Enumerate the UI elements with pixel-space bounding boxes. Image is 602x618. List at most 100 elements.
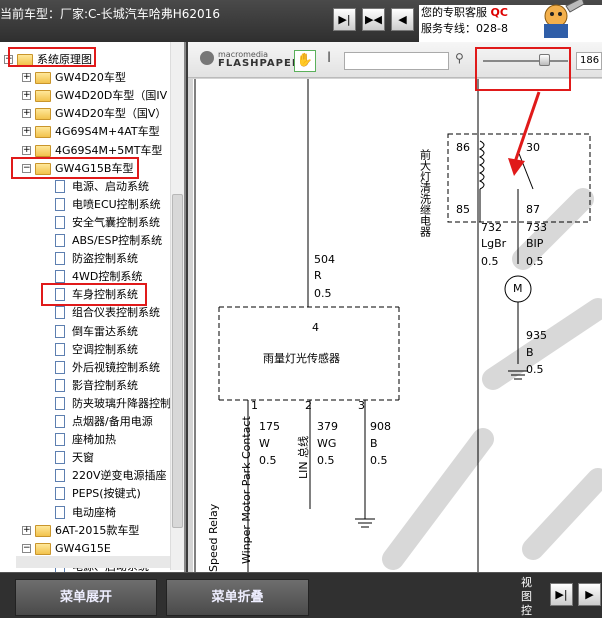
document-icon xyxy=(55,378,65,392)
document-icon xyxy=(55,433,65,447)
tree-item-label: 6AT-2015款车型 xyxy=(55,523,140,537)
menu-collapse-button[interactable]: 菜单折叠 xyxy=(166,579,309,616)
tree-item-label: 影音控制系统 xyxy=(72,378,138,392)
tree-item-label: PEPS(按键式) xyxy=(72,487,141,501)
svg-text:175: 175 xyxy=(259,420,280,433)
sidebar-scroll-thumb[interactable] xyxy=(172,194,183,528)
zoom-value[interactable]: 186 xyxy=(576,52,602,70)
callout-arrow-icon xyxy=(508,91,541,176)
tree-item[interactable]: 防盗控制系统 xyxy=(0,250,170,268)
folder-icon xyxy=(35,524,51,537)
bottom-bar: 菜单展开 菜单折叠 视图控 ▶| ▶ xyxy=(0,572,602,618)
hand-tool-button[interactable]: ✋ xyxy=(294,50,316,72)
tree-item[interactable]: 倒车雷达系统 xyxy=(0,323,170,341)
document-icon xyxy=(55,451,65,465)
svg-text:Speed Relay: Speed Relay xyxy=(207,503,220,572)
view-end-button[interactable]: ▶ xyxy=(578,583,601,606)
nav-prev-button[interactable]: ◀ xyxy=(391,8,414,31)
svg-text:0.5: 0.5 xyxy=(526,363,544,376)
tree-item-label: 组合仪表控制系统 xyxy=(72,306,160,320)
svg-text:Winper Motor Park Contact: Winper Motor Park Contact xyxy=(240,416,253,564)
tree-item-label: GW4D20车型 xyxy=(55,71,126,85)
folder-icon xyxy=(35,72,51,85)
tree-item-label: GW4G15E xyxy=(55,541,111,555)
tree-item-label: 电喷ECU控制系统 xyxy=(72,197,161,211)
tree-item-label: 座椅加热 xyxy=(72,433,116,447)
tree-item[interactable]: 空调控制系统 xyxy=(0,341,170,359)
relay-title: 前大灯清洗继电器 xyxy=(419,148,432,238)
document-icon xyxy=(55,324,65,338)
svg-text:0.5: 0.5 xyxy=(481,255,499,268)
svg-text:LIN 总线: LIN 总线 xyxy=(296,436,310,479)
svg-text:87: 87 xyxy=(526,203,540,216)
view-next-button[interactable]: ▶| xyxy=(550,583,573,606)
svg-text:908: 908 xyxy=(370,420,391,433)
document-icon xyxy=(55,234,65,247)
svg-text:LgBr: LgBr xyxy=(481,237,507,250)
tree-item[interactable]: ABS/ESP控制系统 xyxy=(0,232,170,250)
tree-item[interactable]: 外后视镜控制系统 xyxy=(0,359,170,377)
tree-item[interactable]: +6AT-2015款车型 xyxy=(0,522,170,540)
highlight-zoom-slider xyxy=(475,47,571,91)
tree-item-label: 防夹玻璃升降器控制 xyxy=(72,396,171,410)
menu-expand-button[interactable]: 菜单展开 xyxy=(15,579,157,616)
nav-first-button[interactable]: ▶| xyxy=(333,8,356,31)
document-icon xyxy=(55,306,65,320)
tree-item[interactable]: + GW4D20车型 xyxy=(0,69,170,87)
svg-text:935: 935 xyxy=(526,329,547,342)
expand-icon[interactable]: + xyxy=(22,109,31,119)
tree-item[interactable]: 安全气囊控制系统 xyxy=(0,214,170,232)
svg-text:0.5: 0.5 xyxy=(317,454,335,467)
tree-item-label: 空调控制系统 xyxy=(72,342,138,356)
flashpaper-logo-icon xyxy=(200,51,214,65)
tree-item[interactable]: +4G69S4M+4AT车型 xyxy=(0,123,170,141)
tree-item[interactable]: + GW4D20D车型（国IV xyxy=(0,87,170,105)
tree-item-label: 防盗控制系统 xyxy=(72,252,138,266)
tree-item-label: 220V逆变电源插座 xyxy=(72,469,167,483)
tree-item[interactable]: 影音控制系统 xyxy=(0,377,170,395)
tree-item[interactable]: 220V逆变电源插座 xyxy=(0,467,170,485)
tree-item[interactable]: + GW4D20车型（国Ⅴ） xyxy=(0,105,170,123)
tree-item-label: 倒车雷达系统 xyxy=(72,324,138,338)
tree-item[interactable]: − GW4G15E xyxy=(0,540,170,558)
svg-text:B: B xyxy=(370,437,378,450)
mechanic-mascot-icon xyxy=(544,0,585,38)
expand-icon[interactable]: + xyxy=(22,127,31,137)
tree-item[interactable]: 电动座椅 xyxy=(0,504,170,522)
tree-item[interactable]: 电喷ECU控制系统 xyxy=(0,196,170,214)
expand-icon[interactable]: + xyxy=(22,91,31,101)
tree-item[interactable]: PEPS(按键式) xyxy=(0,485,170,503)
document-icon xyxy=(55,252,65,266)
document-icon xyxy=(55,197,65,211)
folder-icon xyxy=(35,542,51,555)
service-chat-link[interactable]: QC xyxy=(491,6,508,19)
tree-item[interactable]: 座椅加热 xyxy=(0,431,170,449)
tree-item[interactable]: 防夹玻璃升降器控制 xyxy=(0,395,171,413)
document-icon xyxy=(55,487,65,501)
search-input[interactable] xyxy=(344,52,449,70)
expand-icon[interactable]: + xyxy=(22,73,31,83)
tree-item[interactable]: 天窗 xyxy=(0,449,170,467)
sidebar-tree: − 系统原理图 + GW4D20车型 + GW4D20D车型（国IV + GW4D20车型（国… xyxy=(0,42,186,572)
folder-icon xyxy=(35,90,51,103)
document-icon xyxy=(55,179,65,193)
collapse-icon[interactable]: − xyxy=(22,543,31,553)
tree-item[interactable]: 电源、启动系统 xyxy=(0,178,170,196)
expand-icon[interactable]: + xyxy=(22,525,31,535)
text-select-tool-button[interactable]: I xyxy=(327,50,331,66)
sidebar-vertical-scrollbar[interactable] xyxy=(170,42,184,570)
tree-item[interactable]: 点烟器/备用电源 xyxy=(0,413,170,431)
tree-item[interactable]: 组合仪表控制系统 xyxy=(0,304,170,322)
tree-item-label: 电动座椅 xyxy=(72,505,116,519)
highlight-body-control xyxy=(41,283,147,306)
tree-item-label: 安全气囊控制系统 xyxy=(72,215,160,229)
sidebar-horizontal-scrollbar[interactable] xyxy=(16,556,170,568)
tree-item-label: GW4D20车型（国Ⅴ） xyxy=(55,107,167,121)
svg-text:B: B xyxy=(526,346,534,359)
expand-icon[interactable]: + xyxy=(22,145,31,155)
document-icon xyxy=(55,360,65,374)
svg-text:0.5: 0.5 xyxy=(259,454,277,467)
search-icon[interactable]: ⚲ xyxy=(455,51,464,65)
service-label: 您的专职客服 xyxy=(421,6,487,19)
nav-toggle-button[interactable]: ▶◀ xyxy=(362,8,385,31)
